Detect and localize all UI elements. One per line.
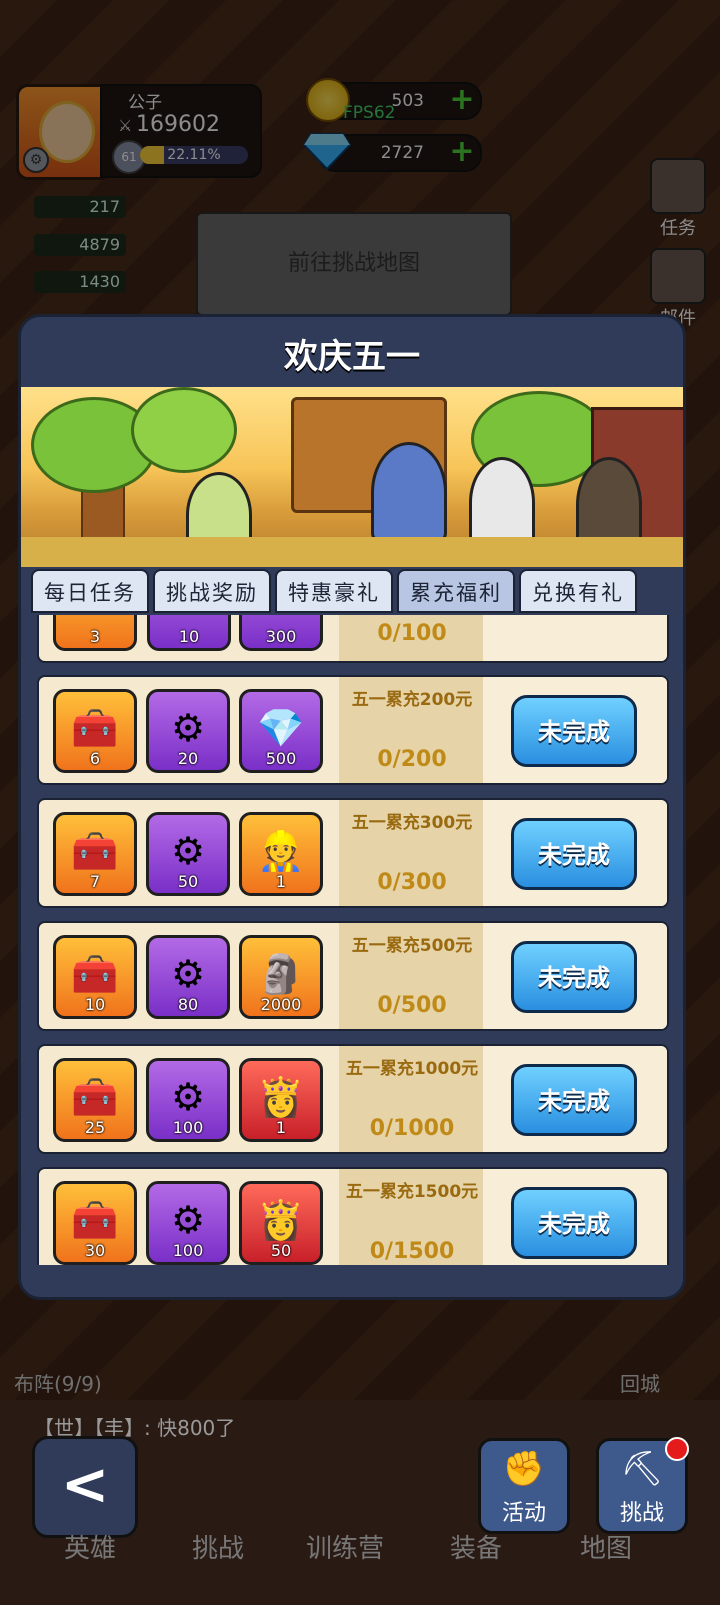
gear-icon-glyph: ⚙ [170,829,206,873]
item-count: 50 [177,872,199,891]
nav-challenge[interactable]: 挑战 [192,1528,244,1565]
chest-icon[interactable]: 🧰 6 [53,689,137,773]
gem-icon[interactable]: 💎 500 [239,689,323,773]
chest-icon[interactable]: 🧰 25 [53,1058,137,1142]
item-count: 100 [172,1241,204,1260]
chest-icon-glyph: 🧰 [71,1075,119,1119]
event-banner-illustration [21,387,683,567]
item-count: 7 [89,872,101,891]
item-count: 80 [177,995,199,1014]
item-count: 100 [172,1118,204,1137]
gear-icon[interactable]: 10 [147,615,231,651]
item-count: 20 [177,749,199,768]
item-count: 30 [84,1241,106,1260]
modal-tabs: 每日任务 挑战奖励 特惠豪礼 累充福利 兑换有礼 [31,569,681,615]
chest-icon-glyph: 🧰 [71,829,119,873]
reward-title: 五一累充1500元 [345,1182,479,1202]
item-count: 25 [84,1118,106,1137]
gear-icon[interactable]: ⚙ 100 [146,1181,230,1265]
reward-progress: 0/100 [377,621,447,646]
hero-card-icon[interactable]: 👸 1 [239,1058,323,1142]
chest-icon[interactable]: 🧰 10 [53,935,137,1019]
challenge-button[interactable]: ⛏ 挑战 [596,1437,689,1534]
gear-icon[interactable]: ⚙ 20 [146,689,230,773]
activity-label: 活动 [501,1501,546,1526]
chevron-left-icon: < [60,1450,110,1518]
reward-title: 五一累充500元 [351,936,473,956]
gear-icon[interactable]: ⚙ 80 [146,935,230,1019]
item-count: 6 [89,749,101,768]
chest-icon[interactable]: 3 [53,615,137,651]
tab-recharge-benefits[interactable]: 累充福利 [397,569,515,613]
incomplete-button[interactable]: 未完成 [511,941,637,1013]
incomplete-button[interactable]: 未完成 [511,1064,637,1136]
item-count: 1 [275,872,287,891]
reward-progress: 0/300 [377,870,447,895]
chest-icon-glyph: 🧰 [71,1198,119,1242]
tab-exchange-gifts[interactable]: 兑换有礼 [519,569,637,613]
tab-challenge-rewards[interactable]: 挑战奖励 [153,569,271,613]
gear-icon[interactable]: ⚙ 100 [146,1058,230,1142]
worker-icon[interactable]: 👷 1 [239,812,323,896]
gem-icon-glyph: 💎 [257,706,305,750]
reward-row: 🧰 10 ⚙ 80 🗿 2000 五一累充500元 0/500 未完成 [37,921,669,1031]
reward-list[interactable]: 3 10 300 0/100 🧰 6 ⚙ 20 💎 500 五一累充200元 0/200 未完成… [31,615,675,1265]
incomplete-button[interactable]: 未完成 [511,695,637,767]
reward-title: 五一累充300元 [351,813,473,833]
gear-icon-glyph: ⚙ [170,1198,206,1242]
tab-daily-tasks[interactable]: 每日任务 [31,569,149,613]
worker-icon-glyph: 👷 [257,829,305,873]
activity-button[interactable]: ✊ 活动 [478,1438,570,1534]
reward-progress: 0/1500 [369,1239,455,1264]
item-count: 500 [265,749,297,768]
tab-special-gifts[interactable]: 特惠豪礼 [275,569,393,613]
chest-icon[interactable]: 🧰 30 [53,1181,137,1265]
gear-icon-glyph: ⚙ [170,706,206,750]
hero-shard-icon-glyph: 👸 [257,1198,305,1242]
hero-shard-icon[interactable]: 👸 50 [239,1181,323,1265]
reward-row: 🧰 30 ⚙ 100 👸 50 五一累充1500元 0/1500 未完成 [37,1167,669,1265]
chest-icon-glyph: 🧰 [71,952,119,996]
item-count: 10 [84,995,106,1014]
reward-title: 五一累充1000元 [345,1059,479,1079]
nav-heroes[interactable]: 英雄 [64,1528,116,1565]
reward-row: 🧰 7 ⚙ 50 👷 1 五一累充300元 0/300 未完成 [37,798,669,908]
reward-progress: 0/1000 [369,1116,455,1141]
reward-progress: 0/500 [377,993,447,1018]
reward-row: 🧰 25 ⚙ 100 👸 1 五一累充1000元 0/1000 未完成 [37,1044,669,1154]
gear-icon-glyph: ⚙ [170,1075,206,1119]
mask-icon[interactable]: 🗿 2000 [239,935,323,1019]
item-count: 2000 [260,995,302,1014]
reward-title: 五一累充200元 [351,690,473,710]
fist-icon: ✊ [502,1449,546,1489]
reward-item-icon[interactable]: 300 [239,615,323,651]
hero-card-icon-glyph: 👸 [257,1075,305,1119]
reward-row: 🧰 6 ⚙ 20 💎 500 五一累充200元 0/200 未完成 [37,675,669,785]
event-modal: 欢庆五一 每日任务 挑战奖励 特惠豪礼 累充福利 兑换有礼 3 10 300 0… [18,314,686,1300]
modal-title: 欢庆五一 [284,337,420,377]
item-count: 1 [275,1118,287,1137]
reward-progress: 0/200 [377,747,447,772]
chest-icon[interactable]: 🧰 7 [53,812,137,896]
chest-icon-glyph: 🧰 [71,706,119,750]
nav-training-camp[interactable]: 训练营 [306,1528,384,1565]
incomplete-button[interactable]: 未完成 [511,1187,637,1259]
reward-row-partial: 3 10 300 0/100 [37,615,669,663]
challenge-label: 挑战 [619,1501,664,1526]
incomplete-button[interactable]: 未完成 [511,818,637,890]
gear-icon-glyph: ⚙ [170,952,206,996]
item-count: 50 [270,1241,292,1260]
notification-dot [665,1437,689,1461]
back-button[interactable]: < [32,1436,138,1538]
gear-icon[interactable]: ⚙ 50 [146,812,230,896]
mask-icon-glyph: 🗿 [257,952,305,996]
